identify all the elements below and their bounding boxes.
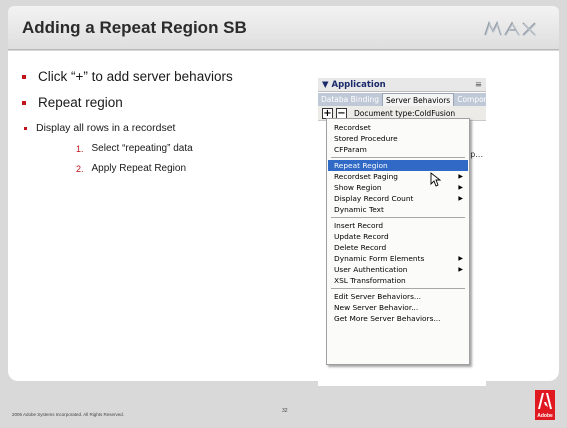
bullet-text: Display all rows in a recordset (36, 122, 176, 134)
panel-title: ▼ Application (322, 80, 386, 90)
submenu-arrow-icon: ▶ (458, 266, 463, 273)
menu-item-label: Recordset Paging (334, 172, 398, 181)
step-text: Apply Repeat Region (91, 163, 187, 174)
bullet-text: Repeat region (38, 95, 123, 110)
bullet-click-plus: Click “+” to add server behaviors (22, 69, 233, 84)
tab-server-behaviors[interactable]: Server Behaviors (382, 93, 455, 106)
menu-item-recordset[interactable]: Recordset (328, 122, 468, 133)
menu-separator (331, 217, 465, 218)
menu-item-xsl-transformation[interactable]: XSL Transformation (328, 275, 468, 286)
menu-item-label: Dynamic Text (334, 205, 384, 214)
sub-bullet-display-rows: Display all rows in a recordset (24, 122, 175, 134)
max-logo-icon (484, 20, 537, 37)
panel-truncated-text: p... (470, 150, 483, 159)
step-1: 1. Select “repeating” data (76, 143, 193, 154)
panel-tabs: Databa Binding Server Behaviors Compor (318, 93, 487, 106)
submenu-arrow-icon: ▶ (458, 195, 463, 202)
server-behaviors-menu: Recordset Stored Procedure CFParam Repeat R… (326, 118, 470, 365)
menu-item-label: Stored Procedure (334, 134, 398, 143)
document-type-label: Document type:ColdFusion (354, 108, 456, 118)
menu-item-stored-procedure[interactable]: Stored Procedure (328, 133, 468, 144)
mouse-cursor-icon (430, 172, 441, 187)
menu-separator (331, 157, 465, 158)
adobe-logo-icon: Adobe (535, 390, 555, 420)
bullet-marker (22, 100, 26, 105)
menu-item-label: User Authentication (334, 265, 408, 274)
menu-item-label: Get More Server Behaviors... (334, 314, 441, 323)
menu-item-delete-record[interactable]: Delete Record (328, 242, 468, 253)
menu-item-show-region[interactable]: Show Region ▶ (328, 182, 468, 193)
step-number: 1. (76, 143, 84, 154)
submenu-arrow-icon: ▶ (458, 255, 463, 262)
submenu-arrow-icon: ▶ (458, 184, 463, 191)
add-behavior-button[interactable]: + (322, 107, 333, 119)
menu-item-label: Edit Server Behaviors... (334, 292, 421, 301)
menu-item-edit-server-behaviors[interactable]: Edit Server Behaviors... (328, 291, 468, 302)
adobe-logo-text: Adobe (537, 413, 553, 419)
menu-item-label: CFParam (334, 145, 367, 154)
bullet-repeat-region: Repeat region (22, 95, 123, 110)
application-panel: ▼ Application ≡ Databa Binding Server Be… (318, 78, 487, 386)
menu-item-update-record[interactable]: Update Record (328, 231, 468, 242)
menu-item-label: XSL Transformation (334, 276, 406, 285)
menu-item-label: Repeat Region (334, 161, 388, 170)
menu-item-label: Dynamic Form Elements (334, 254, 425, 263)
menu-item-label: Delete Record (334, 243, 387, 252)
step-2: 2. Apply Repeat Region (76, 163, 186, 174)
menu-item-insert-record[interactable]: Insert Record (328, 220, 468, 231)
menu-item-label: Insert Record (334, 221, 384, 230)
menu-item-display-record-count[interactable]: Display Record Count ▶ (328, 193, 468, 204)
tab-bindings[interactable]: Databa Binding (318, 93, 382, 106)
menu-item-get-more-server-behaviors[interactable]: Get More Server Behaviors... (328, 313, 468, 324)
page-number: 32 (282, 408, 288, 414)
step-number: 2. (76, 163, 84, 174)
menu-item-cfparam[interactable]: CFParam (328, 144, 468, 155)
bullet-marker (22, 74, 26, 79)
remove-behavior-button[interactable]: − (336, 107, 347, 119)
menu-item-label: Update Record (334, 232, 389, 241)
submenu-arrow-icon: ▶ (458, 173, 463, 180)
slide-title: Adding a Repeat Region SB (22, 18, 247, 37)
menu-item-new-server-behavior[interactable]: New Server Behavior... (328, 302, 468, 313)
menu-item-dynamic-text[interactable]: Dynamic Text (328, 204, 468, 215)
tab-components[interactable]: Compor (454, 93, 490, 106)
panel-titlebar[interactable]: ▼ Application ≡ (318, 78, 486, 92)
menu-item-recordset-paging[interactable]: Recordset Paging ▶ (328, 171, 468, 182)
bullet-marker (24, 126, 27, 130)
menu-item-dynamic-form-elements[interactable]: Dynamic Form Elements ▶ (328, 253, 468, 264)
menu-item-label: Recordset (334, 123, 371, 132)
menu-item-label: Show Region (334, 183, 382, 192)
menu-item-user-authentication[interactable]: User Authentication ▶ (328, 264, 468, 275)
step-text: Select “repeating” data (91, 143, 193, 154)
bullet-text: Click “+” to add server behaviors (38, 69, 233, 84)
menu-separator (331, 288, 465, 289)
menu-item-label: New Server Behavior... (334, 303, 419, 312)
panel-options-icon[interactable]: ≡ (475, 78, 482, 92)
menu-item-label: Display Record Count (334, 194, 414, 203)
slide-footer: 2006 Adobe Systems Incorporated. All Rig… (8, 388, 559, 422)
slide-content: Click “+” to add server behaviors Repeat… (8, 51, 559, 386)
menu-item-repeat-region[interactable]: Repeat Region (328, 160, 468, 171)
slide-header: Adding a Repeat Region SB (8, 6, 559, 50)
copyright-text: 2006 Adobe Systems Incorporated. All Rig… (12, 412, 125, 417)
